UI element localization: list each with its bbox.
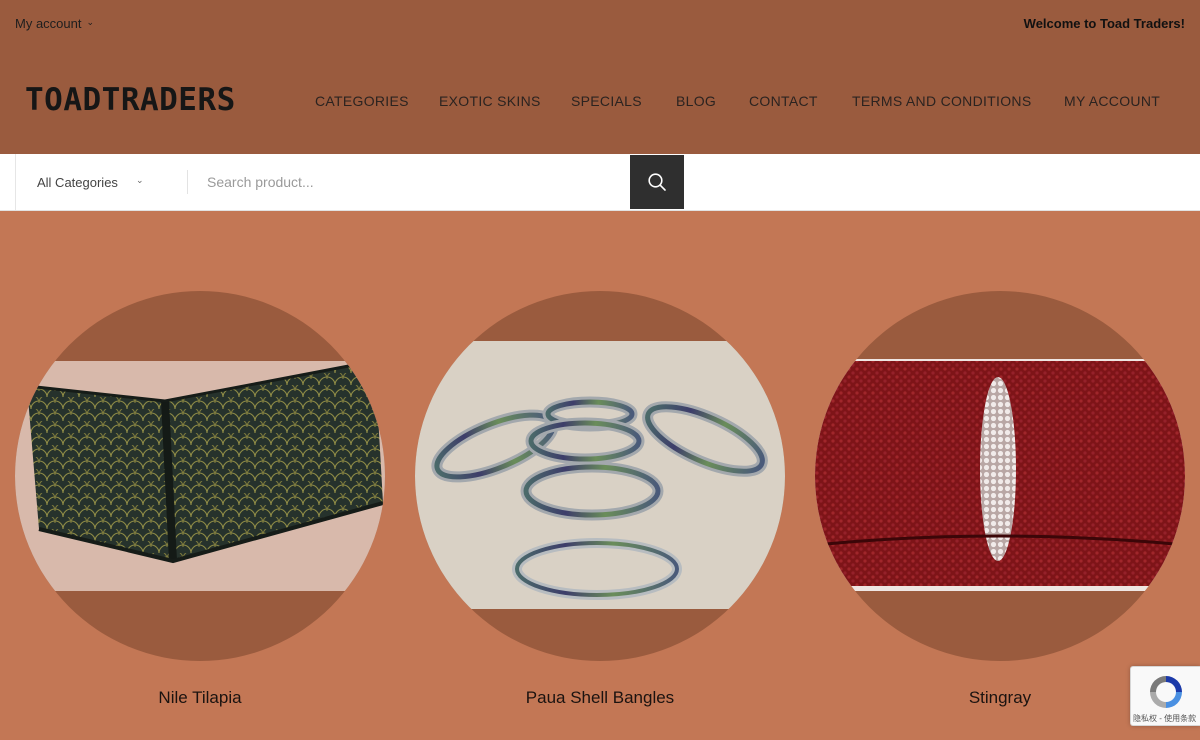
product-image-red-stingray-wallet	[815, 359, 1185, 591]
site-header: My account ⌄ Welcome to Toad Traders! TO…	[0, 0, 1200, 154]
product-title[interactable]: Paua Shell Bangles	[415, 688, 785, 708]
product-image-bangles	[415, 341, 785, 609]
nav-item-categories[interactable]: CATEGORIES	[315, 93, 409, 109]
product-card-paua-shell-bangles[interactable]: Paua Shell Bangles	[415, 291, 785, 707]
category-select[interactable]: All Categories ⌄	[15, 154, 187, 210]
product-card-nile-tilapia[interactable]: Nile Tilapia	[15, 291, 385, 707]
my-account-dropdown[interactable]: My account ⌄	[15, 16, 94, 31]
nav-item-my-account[interactable]: MY ACCOUNT	[1064, 93, 1160, 109]
product-image-frame[interactable]	[415, 291, 785, 661]
nav-item-terms-and-conditions[interactable]: TERMS AND CONDITIONS	[852, 93, 1031, 109]
main-nav: CATEGORIES EXOTIC SKINS SPECIALS BLOG CO…	[0, 93, 1200, 111]
nav-item-exotic-skins[interactable]: EXOTIC SKINS	[439, 93, 541, 109]
nav-item-specials[interactable]: SPECIALS	[571, 93, 642, 109]
product-image-frame[interactable]	[15, 291, 385, 661]
chevron-down-icon: ⌄	[136, 175, 144, 185]
nav-item-contact[interactable]: CONTACT	[749, 93, 818, 109]
recaptcha-icon	[1150, 676, 1182, 708]
product-image-green-wallet	[15, 361, 385, 591]
recaptcha-badge[interactable]: 隐私权 - 使用条款	[1130, 666, 1200, 726]
welcome-message: Welcome to Toad Traders!	[1023, 16, 1185, 31]
recaptcha-terms[interactable]: 隐私权 - 使用条款	[1133, 713, 1196, 724]
category-select-value: All Categories	[37, 174, 118, 190]
product-image-frame[interactable]	[815, 291, 1185, 661]
search-icon	[648, 173, 666, 191]
my-account-label: My account	[15, 16, 82, 31]
search-input[interactable]	[192, 155, 630, 209]
search-button[interactable]	[630, 155, 684, 209]
chevron-down-icon: ⌄	[86, 17, 95, 27]
product-search-bar: All Categories ⌄	[0, 154, 1200, 211]
product-card-stingray[interactable]: Stingray	[815, 291, 1185, 707]
nav-item-blog[interactable]: BLOG	[676, 93, 716, 109]
product-title[interactable]: Nile Tilapia	[15, 688, 385, 708]
search-divider	[187, 170, 188, 194]
